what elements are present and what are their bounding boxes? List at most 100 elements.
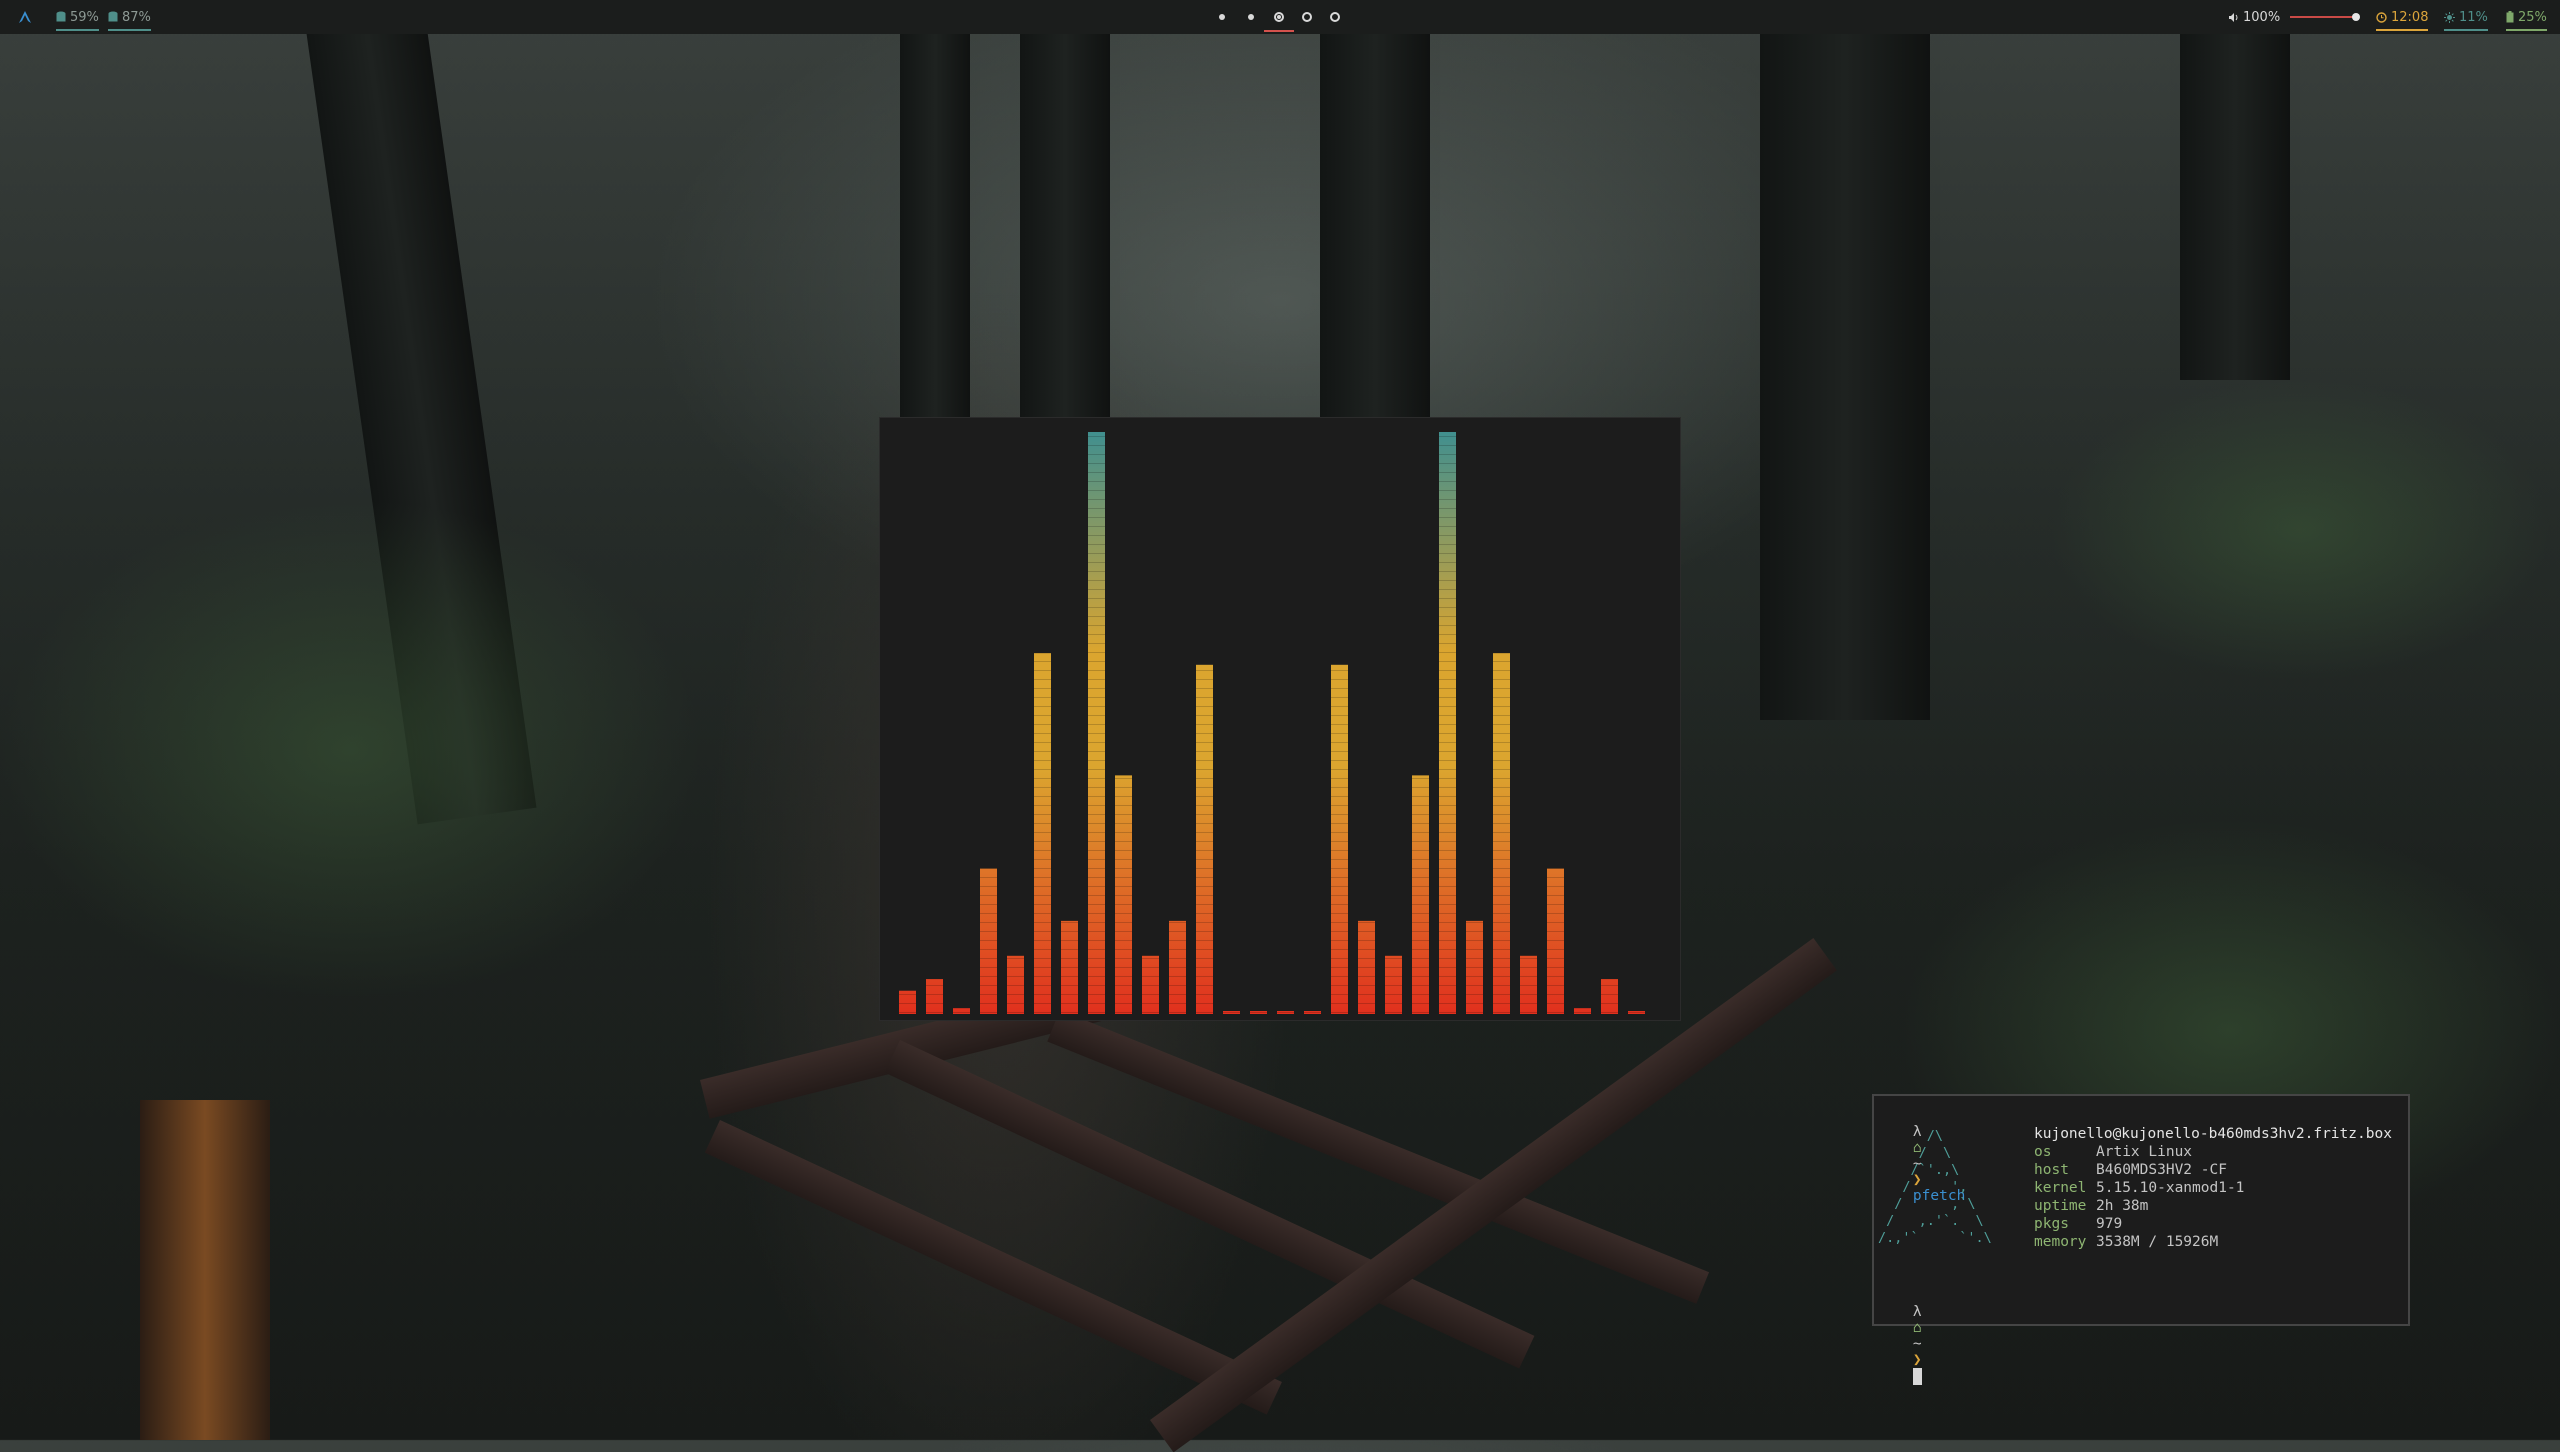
visualizer-bar-segments bbox=[1061, 920, 1078, 1014]
info-value: 5.15.10-xanmod1-1 bbox=[2096, 1180, 2245, 1196]
visualizer-bar-segments bbox=[899, 990, 916, 1014]
module-underline bbox=[56, 29, 99, 31]
launcher-button[interactable] bbox=[18, 0, 32, 34]
info-key: kernel bbox=[2034, 1180, 2087, 1196]
workspace-5[interactable] bbox=[1330, 12, 1340, 22]
fern bbox=[2050, 380, 2550, 680]
workspace-1[interactable] bbox=[1219, 14, 1225, 20]
clock-icon bbox=[2376, 11, 2387, 23]
visualizer-bar-segments bbox=[1493, 653, 1510, 1014]
volume-slider-knob[interactable] bbox=[2352, 13, 2361, 21]
workspace-active-dot bbox=[1277, 15, 1281, 19]
sun-icon bbox=[2444, 11, 2455, 23]
terminal-window[interactable]: λ ⌂ ~ ❯ pfetch /\ / \ /`'.,\ / ', / ,`\ … bbox=[1872, 1094, 2410, 1385]
volume-value: 100% bbox=[2243, 9, 2281, 25]
visualizer-bar-segments bbox=[1601, 979, 1618, 1014]
brightness-module[interactable]: 11% bbox=[2444, 0, 2488, 34]
disk-module-1[interactable]: 59% bbox=[56, 0, 99, 34]
logo-line: / ', bbox=[1878, 1179, 1968, 1195]
prompt-dir: ~ bbox=[1912, 1336, 1922, 1352]
visualizer-bar-segments bbox=[1088, 432, 1105, 1014]
info-value: Artix Linux bbox=[2096, 1144, 2193, 1160]
visualizer-bar-segments bbox=[980, 868, 997, 1014]
info-value: B460MDS3HV2 -CF bbox=[2096, 1162, 2227, 1178]
info-value: 979 bbox=[2096, 1216, 2123, 1232]
tree-trunk bbox=[1020, 0, 1110, 420]
visualizer-canvas bbox=[899, 432, 1645, 1014]
volume-module[interactable]: 100% bbox=[2228, 0, 2361, 34]
text-cursor bbox=[1912, 1368, 1922, 1385]
prompt-arrow: ❯ bbox=[1912, 1352, 1922, 1368]
speaker-icon bbox=[2229, 12, 2238, 22]
logo-line: / ,`\ bbox=[1878, 1196, 1976, 1212]
visualizer-bar-segments bbox=[1142, 955, 1159, 1014]
visualizer-bar-segments bbox=[926, 979, 943, 1014]
disk-module-2[interactable]: 87% bbox=[108, 0, 151, 34]
logo-line: / ,.'`. \ bbox=[1878, 1213, 1984, 1229]
visualizer-bar-segments bbox=[1331, 664, 1348, 1014]
visualizer-bar-segments bbox=[1277, 1011, 1294, 1014]
visualizer-bar-segments bbox=[1115, 775, 1132, 1014]
visualizer-bar-segments bbox=[953, 1008, 970, 1014]
workspace-2[interactable] bbox=[1248, 14, 1254, 20]
logo-line: /`'.,\ bbox=[1878, 1162, 1960, 1178]
visualizer-bar-segments bbox=[1439, 432, 1456, 1014]
visualizer-bar-segments bbox=[1520, 955, 1537, 1014]
visualizer-bar-segments bbox=[1007, 955, 1024, 1014]
artix-logo-icon bbox=[19, 11, 31, 23]
prompt-lambda: λ bbox=[1912, 1304, 1922, 1320]
pfetch-row-pkgs: pkgs 979 bbox=[2034, 1216, 2122, 1232]
database-icon bbox=[108, 11, 118, 22]
workspace-active-underline bbox=[1264, 30, 1294, 32]
pfetch-row-uptime: uptime 2h 38m bbox=[2034, 1198, 2148, 1214]
audio-visualizer-window[interactable] bbox=[880, 418, 1680, 1020]
visualizer-bar-segments bbox=[1304, 1011, 1321, 1014]
clock-value: 12:08 bbox=[2391, 9, 2429, 25]
module-underline bbox=[2376, 29, 2429, 31]
visualizer-bar-segments bbox=[1628, 1011, 1645, 1014]
prompt-line-2[interactable]: λ ⌂ ~ ❯ bbox=[1878, 1288, 1922, 1402]
visualizer-bar-segments bbox=[1466, 920, 1483, 1014]
pfetch-row-kernel: kernel 5.15.10-xanmod1-1 bbox=[2034, 1180, 2244, 1196]
fern bbox=[0, 500, 700, 1000]
workspace-4[interactable] bbox=[1302, 12, 1312, 22]
visualizer-bar-segments bbox=[1196, 664, 1213, 1014]
brightness-value: 11% bbox=[2459, 9, 2488, 25]
wooden-step bbox=[704, 1120, 1282, 1415]
info-key: host bbox=[2034, 1162, 2069, 1178]
home-icon: ⌂ bbox=[1912, 1320, 1922, 1336]
visualizer-bar-segments bbox=[1223, 1011, 1240, 1014]
logo-line: /\ bbox=[1878, 1128, 1944, 1144]
info-value: 2h 38m bbox=[2096, 1198, 2149, 1214]
tree-trunk bbox=[1320, 0, 1430, 420]
pfetch-user-host: kujonello@kujonello-b460mds3hv2.fritz.bo… bbox=[2034, 1126, 2392, 1142]
artix-ascii-logo: /\ / \ /`'.,\ / ', / ,`\ / ,.'`. \ /.,'`… bbox=[1878, 1128, 1992, 1247]
visualizer-bar-segments bbox=[1574, 1008, 1591, 1014]
clock-module[interactable]: 12:08 bbox=[2376, 0, 2429, 34]
tree-trunk bbox=[2180, 0, 2290, 380]
tree-trunk bbox=[1760, 0, 1930, 720]
disk-1-value: 59% bbox=[70, 9, 99, 25]
visualizer-bar-segments bbox=[1385, 955, 1402, 1014]
visualizer-bar-segments bbox=[1412, 775, 1429, 1014]
database-icon bbox=[56, 11, 66, 22]
battery-icon bbox=[2506, 11, 2514, 23]
pfetch-row-host: host B460MDS3HV2 -CF bbox=[2034, 1162, 2227, 1178]
module-underline bbox=[2444, 29, 2488, 31]
tree-trunk bbox=[900, 0, 970, 420]
module-underline bbox=[108, 29, 151, 31]
wooden-step bbox=[140, 1100, 270, 1440]
logo-line: /.,'` `'.\ bbox=[1878, 1230, 1992, 1246]
info-value: 3538M / 15926M bbox=[2096, 1234, 2219, 1250]
info-key: uptime bbox=[2034, 1198, 2087, 1214]
volume-slider[interactable] bbox=[2290, 13, 2361, 21]
logo-line: / \ bbox=[1878, 1145, 1952, 1161]
visualizer-bar-segments bbox=[1034, 653, 1051, 1014]
visualizer-bar-segments bbox=[1547, 868, 1564, 1014]
workspace-3-active[interactable] bbox=[1274, 12, 1284, 22]
info-key: pkgs bbox=[2034, 1216, 2069, 1232]
disk-2-value: 87% bbox=[122, 9, 151, 25]
info-key: memory bbox=[2034, 1234, 2087, 1250]
battery-module[interactable]: 25% bbox=[2506, 0, 2547, 34]
module-underline bbox=[2506, 29, 2547, 31]
